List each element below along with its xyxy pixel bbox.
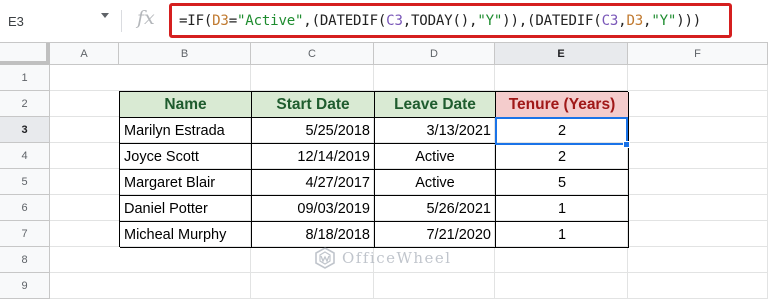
cell-leave-date[interactable]: Active bbox=[375, 170, 496, 196]
officewheel-logo-icon bbox=[315, 247, 335, 269]
formula-token: "Y" bbox=[651, 12, 677, 29]
column-header-c[interactable]: C bbox=[251, 43, 374, 65]
grid-row-line bbox=[50, 272, 768, 273]
column-header-e[interactable]: E bbox=[495, 43, 628, 65]
row-header-6[interactable]: 6 bbox=[0, 195, 50, 221]
cell-name[interactable]: Margaret Blair bbox=[120, 170, 252, 196]
fx-icon: fx bbox=[137, 7, 155, 29]
formula-token: C3 bbox=[601, 12, 619, 29]
column-header-d[interactable]: D bbox=[374, 43, 495, 65]
formula-token: , bbox=[618, 12, 627, 29]
cell-leave-date[interactable]: 5/26/2021 bbox=[375, 196, 496, 222]
column-header-b[interactable]: B bbox=[119, 43, 251, 65]
formula-token: )),(DATEDIF( bbox=[502, 12, 602, 29]
header-cell-leave-date[interactable]: Leave Date bbox=[375, 92, 496, 118]
formula-token: ,TODAY(), bbox=[402, 12, 478, 29]
cell-start-date[interactable]: 12/14/2019 bbox=[252, 144, 375, 170]
cell-name[interactable]: Joyce Scott bbox=[120, 144, 252, 170]
fill-handle[interactable] bbox=[623, 141, 630, 148]
cell-start-date[interactable]: 8/18/2018 bbox=[252, 222, 375, 248]
cell-tenure[interactable]: 2 bbox=[496, 118, 629, 144]
row-header-7[interactable]: 7 bbox=[0, 221, 50, 247]
cell-tenure[interactable]: 2 bbox=[496, 144, 629, 170]
formula-token: "Active" bbox=[237, 12, 304, 29]
name-box-dropdown-icon[interactable] bbox=[101, 13, 109, 18]
cell-leave-date[interactable]: 3/13/2021 bbox=[375, 118, 496, 144]
row-header-9[interactable]: 9 bbox=[0, 273, 50, 299]
row-header-8[interactable]: 8 bbox=[0, 247, 50, 273]
row-header-4[interactable]: 4 bbox=[0, 143, 50, 169]
row-header-3[interactable]: 3 bbox=[0, 117, 50, 143]
formula-token: =IF( bbox=[179, 12, 213, 29]
officewheel-watermark: OfficeWheel bbox=[314, 247, 452, 269]
cell-name[interactable]: Daniel Potter bbox=[120, 196, 252, 222]
formula-token: = bbox=[228, 12, 238, 29]
header-cell-tenure[interactable]: Tenure (Years) bbox=[496, 92, 629, 118]
cell-leave-date[interactable]: Active bbox=[375, 144, 496, 170]
name-box[interactable]: E3 bbox=[0, 8, 98, 34]
formula-bar-divider bbox=[121, 10, 122, 32]
formula-token: D3 bbox=[212, 12, 229, 29]
header-cell-name[interactable]: Name bbox=[120, 92, 252, 118]
formula-token: , bbox=[643, 12, 652, 29]
formula-input[interactable]: =IF(D3 = "Active" ,(DATEDIF(C3 ,TODAY(), "Y")… bbox=[169, 3, 732, 38]
watermark-text: OfficeWheel bbox=[342, 249, 452, 267]
formula-token: ,(DATEDIF( bbox=[303, 12, 387, 29]
header-cell-start-date[interactable]: Start Date bbox=[252, 92, 375, 118]
cell-tenure[interactable]: 1 bbox=[496, 222, 629, 248]
row-header-5[interactable]: 5 bbox=[0, 169, 50, 195]
formula-bar: E3 fx =IF(D3 = "Active" ,(DATEDIF(C3 ,TODAY(… bbox=[0, 0, 768, 43]
cell-leave-date[interactable]: 7/21/2020 bbox=[375, 222, 496, 248]
formula-token: ))) bbox=[676, 12, 702, 29]
select-all-corner[interactable] bbox=[0, 43, 50, 65]
cell-start-date[interactable]: 4/27/2017 bbox=[252, 170, 375, 196]
cell-name[interactable]: Marilyn Estrada bbox=[120, 118, 252, 144]
formula-token: "Y" bbox=[477, 12, 503, 29]
cell-start-date[interactable]: 5/25/2018 bbox=[252, 118, 375, 144]
cell-tenure[interactable]: 5 bbox=[496, 170, 629, 196]
formula-token: D3 bbox=[626, 12, 644, 29]
row-header-2[interactable]: 2 bbox=[0, 91, 50, 117]
row-header-1[interactable]: 1 bbox=[0, 65, 50, 91]
cell-tenure[interactable]: 1 bbox=[496, 196, 629, 222]
cell-start-date[interactable]: 09/03/2019 bbox=[252, 196, 375, 222]
column-header-f[interactable]: F bbox=[628, 43, 768, 65]
cell-name[interactable]: Micheal Murphy bbox=[120, 222, 252, 248]
column-header-a[interactable]: A bbox=[50, 43, 119, 65]
formula-token: C3 bbox=[386, 12, 403, 29]
